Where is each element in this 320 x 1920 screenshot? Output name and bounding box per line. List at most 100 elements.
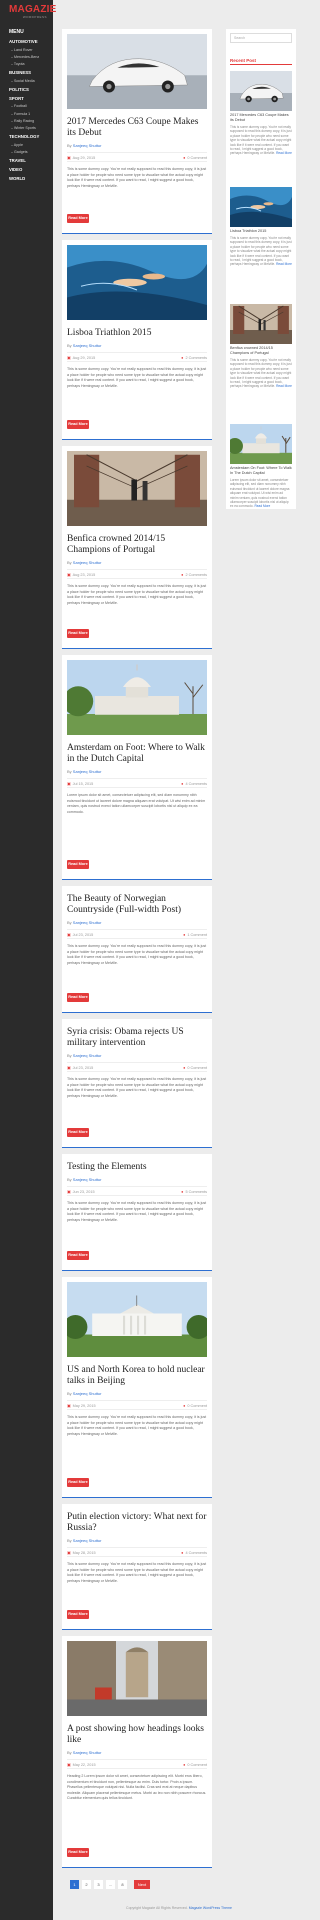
recent-post-title[interactable]: Amsterdam On Foot: Where To Walk In The … <box>230 466 292 476</box>
menu-subitem-rally-racing[interactable]: – Rally Racing <box>0 117 53 124</box>
post-title[interactable]: A post showing how headings looks like <box>67 1724 207 1746</box>
menu-category-automotive[interactable]: AUTOMOTIVE <box>0 37 53 46</box>
post-title[interactable]: 2017 Mercedes C63 Coupe Makes its Debut <box>67 117 207 139</box>
post-thumbnail[interactable] <box>67 1282 207 1357</box>
post-title[interactable]: The Beauty of Norwegian Countryside (Ful… <box>67 894 207 916</box>
menu-category-travel[interactable]: TRAVEL <box>0 156 53 165</box>
menu-subitem-toyota[interactable]: – Toyota <box>0 61 53 68</box>
recent-post-thumbnail[interactable] <box>230 424 292 464</box>
byline-prefix: By <box>67 1177 72 1182</box>
menu-subitem-winter-sports[interactable]: – Winter Sports <box>0 125 53 132</box>
menu-category-politics[interactable]: POLITICS <box>0 85 53 94</box>
recent-post-title[interactable]: 2017 Mercedes C63 Coupe Makes its Debut <box>230 113 292 123</box>
author-link[interactable]: Sanjeeq Shuttur <box>73 1750 102 1755</box>
menu-subitem-social-media[interactable]: – Social Media <box>0 77 53 84</box>
post-title[interactable]: Lisboa Triathlon 2015 <box>67 328 207 339</box>
menu-subitem-mercedes-benz[interactable]: – Mercedes-Benz <box>0 53 53 60</box>
post-excerpt: This is some dummy copy. You're not real… <box>67 1201 207 1222</box>
post-meta: ▣ May 29, 2015 ● 0 Comment <box>67 1400 207 1410</box>
read-more-button[interactable]: Read More <box>67 1478 89 1487</box>
menu-subitem-formula-1[interactable]: – Formula 1 <box>0 110 53 117</box>
menu-category-technology[interactable]: TECHNOLOGY <box>0 132 53 141</box>
recent-post-title[interactable]: Lisboa Triathlon 2015 <box>230 229 292 234</box>
recent-post-thumbnail[interactable] <box>230 71 292 111</box>
post-thumbnail[interactable] <box>67 1641 207 1716</box>
author-link[interactable]: Sanjeeq Shuttur <box>73 343 102 348</box>
search-input[interactable]: Search <box>230 33 292 43</box>
menu-subitem-apple[interactable]: – Apple <box>0 141 53 148</box>
recent-post-title[interactable]: Benfica crowned 2014/15 Champions of Por… <box>230 346 292 356</box>
read-more-button[interactable]: Read More <box>67 1848 89 1857</box>
post-excerpt: This is some dummy copy. You're not real… <box>67 367 207 388</box>
post-title[interactable]: Syria crisis: Obama rejects US military … <box>67 1027 207 1049</box>
post-title[interactable]: US and North Korea to hold nuclear talks… <box>67 1365 207 1387</box>
author-link[interactable]: Sanjeeq Shuttur <box>73 1177 102 1182</box>
comment-count[interactable]: ● 0 Comment <box>183 1063 207 1073</box>
post-title[interactable]: Amsterdam on Foot: Where to Walk in the … <box>67 743 207 765</box>
recent-post-read-more[interactable]: Read More <box>276 151 292 155</box>
author-link[interactable]: Sanjeeq Shuttur <box>73 1391 102 1396</box>
post-title[interactable]: Testing the Elements <box>67 1162 207 1173</box>
page-button[interactable]: 3 <box>94 1880 103 1889</box>
menu-category-world[interactable]: WORLD <box>0 174 53 183</box>
author-link[interactable]: Sanjeeq Shuttur <box>73 1053 102 1058</box>
recent-post-thumbnail[interactable] <box>230 304 292 344</box>
author-link[interactable]: Sanjeeq Shuttur <box>73 920 102 925</box>
recent-post-item: Benfica crowned 2014/15 Champions of Por… <box>230 304 292 389</box>
post-excerpt: This is some dummy copy. You're not real… <box>67 1562 207 1583</box>
author-link[interactable]: Sanjeeq Shuttur <box>73 143 102 148</box>
menu-subitem-land-rover[interactable]: – Land Rover <box>0 46 53 53</box>
read-more-button[interactable]: Read More <box>67 1610 89 1619</box>
recent-post-thumbnail[interactable] <box>230 187 292 227</box>
author-link[interactable]: Sanjeeq Shuttur <box>73 769 102 774</box>
next-page-button[interactable]: Next <box>134 1880 150 1889</box>
site-logo[interactable]: MAGAZIE WORDPRESS <box>0 0 57 22</box>
comment-count[interactable]: ● 0 Comment <box>183 153 207 163</box>
recent-post-read-more[interactable]: Read More <box>276 262 292 266</box>
post-excerpt: Lorem ipsum dolor sit amet, consectetuer… <box>67 793 206 814</box>
menu-subitem-gadgets[interactable]: – Gadgets <box>0 148 53 155</box>
recent-post-read-more[interactable]: Read More <box>276 384 292 388</box>
page-button[interactable]: 8 <box>118 1880 127 1889</box>
menu-subitem-football[interactable]: – Football <box>0 103 53 110</box>
menu-category-sport[interactable]: SPORT <box>0 94 53 103</box>
read-more-button[interactable]: Read More <box>67 420 89 429</box>
post-thumbnail[interactable] <box>67 34 207 109</box>
read-more-button[interactable]: Read More <box>67 1251 89 1260</box>
page-button[interactable]: 2 <box>82 1880 91 1889</box>
comment-icon: ● <box>181 782 184 786</box>
recent-post-read-more[interactable]: Read More <box>254 504 270 508</box>
post-title[interactable]: Benfica crowned 2014/15 Champions of Por… <box>67 534 207 556</box>
post-title[interactable]: Putin election victory: What next for Ru… <box>67 1512 207 1534</box>
author-link[interactable]: Sanjeeq Shuttur <box>73 560 102 565</box>
menu-category-business[interactable]: BUSINESS <box>0 68 53 77</box>
comment-count[interactable]: ● 2 Comments <box>181 570 207 580</box>
comment-count[interactable]: ● 4 Comments <box>181 779 207 789</box>
post-thumbnail[interactable] <box>67 451 207 526</box>
read-more-button[interactable]: Read More <box>67 1128 89 1137</box>
calendar-icon: ▣ <box>67 1551 71 1555</box>
comment-count[interactable]: ● 1 Comment <box>183 930 207 940</box>
read-more-button[interactable]: Read More <box>67 993 89 1002</box>
comment-count[interactable]: ● 4 Comments <box>181 1548 207 1558</box>
comment-count-text: 2 Comments <box>185 573 207 577</box>
page-button[interactable]: 1 <box>70 1880 79 1889</box>
menu-category-video[interactable]: VIDEO <box>0 165 53 174</box>
author-link[interactable]: Sanjeeq Shuttur <box>73 1538 102 1543</box>
post-thumbnail[interactable] <box>67 245 207 320</box>
comment-count-text: 0 Comment <box>187 1404 207 1408</box>
comment-count[interactable]: ● 0 Comment <box>183 1401 207 1411</box>
comment-count[interactable]: ● 0 Comment <box>183 1760 207 1770</box>
read-more-button[interactable]: Read More <box>67 214 89 223</box>
logo-wordmark: MAGAZIE <box>9 4 57 15</box>
comment-count-text: 0 Comment <box>187 156 207 160</box>
comment-count[interactable]: ● 2 Comments <box>181 353 207 363</box>
post-thumbnail[interactable] <box>67 660 207 735</box>
footer-theme-link[interactable]: Magazie WordPress Theme <box>189 1906 232 1910</box>
recent-post-excerpt: This is some dummy copy. You're not real… <box>230 125 292 156</box>
read-more-button[interactable]: Read More <box>67 629 89 638</box>
post-card: Lisboa Triathlon 2015 By Sanjeeq Shuttur ▣… <box>62 240 212 440</box>
comment-count[interactable]: ● 5 Comments <box>181 1187 207 1197</box>
read-more-button[interactable]: Read More <box>67 860 89 869</box>
page-button[interactable]: … <box>106 1880 115 1889</box>
